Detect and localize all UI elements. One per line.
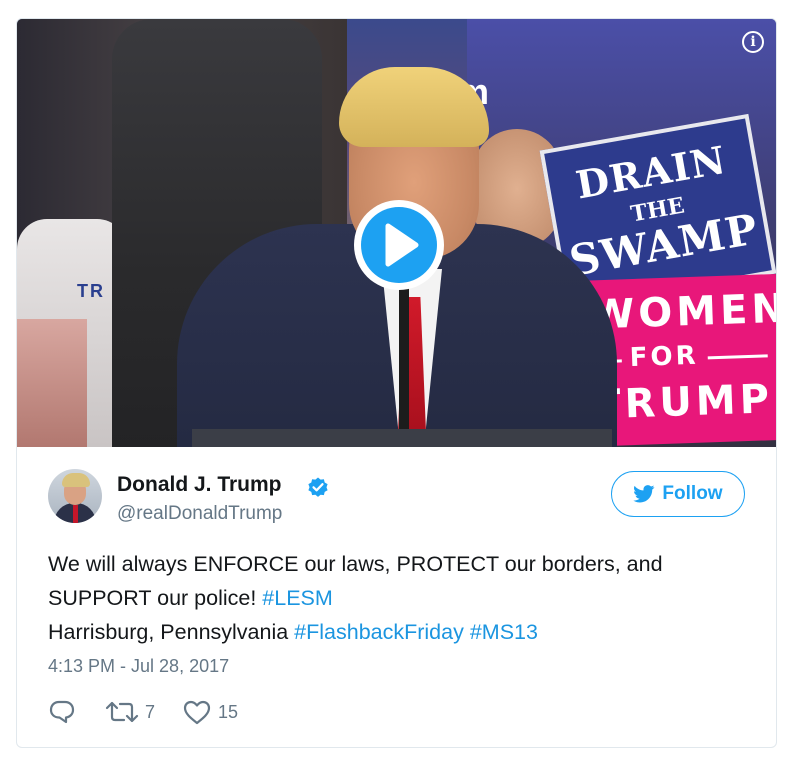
info-icon[interactable]: i <box>742 31 764 53</box>
supporter-foreground <box>17 319 87 447</box>
retweet-icon <box>105 701 139 723</box>
heart-icon <box>183 700 211 725</box>
hashtag-link[interactable]: #LESM <box>262 586 333 610</box>
tweet-timestamp[interactable]: 4:13 PM - Jul 28, 2017 <box>48 656 229 677</box>
sign-divider <box>707 354 768 360</box>
embedded-tweet-card: m TR DRAIN THE SWAMP WOMEN FOR TRUMP <box>16 18 777 748</box>
like-button[interactable]: 15 <box>182 697 238 727</box>
podium <box>192 429 612 447</box>
tweet-text-segment: We will always ENFORCE our laws, PROTECT… <box>48 552 663 610</box>
tweet-text-segment: Harrisburg, Pennsylvania <box>48 620 295 644</box>
tweet-text: We will always ENFORCE our laws, PROTECT… <box>48 547 748 649</box>
sign-line-1: WOMEN <box>589 285 776 339</box>
follow-label: Follow <box>662 483 723 504</box>
retweet-count: 7 <box>145 701 156 722</box>
verified-badge-icon <box>308 477 328 497</box>
author-name[interactable]: Donald J. Trump <box>117 473 282 497</box>
follow-button[interactable]: Follow <box>611 471 745 517</box>
retweet-button[interactable]: 7 <box>105 697 155 727</box>
tweet-video-media[interactable]: m TR DRAIN THE SWAMP WOMEN FOR TRUMP <box>17 19 776 447</box>
shirt-text: TR <box>77 281 105 301</box>
twitter-bird-icon <box>633 485 655 503</box>
hashtag-link[interactable]: #FlashbackFriday <box>294 620 464 644</box>
play-button[interactable] <box>354 200 444 290</box>
avatar-tie <box>73 505 78 523</box>
reply-button[interactable] <box>48 697 82 727</box>
like-count: 15 <box>218 701 239 722</box>
avatar[interactable] <box>48 469 102 523</box>
play-icon <box>385 223 419 267</box>
sign-line-2: FOR <box>629 340 700 374</box>
hashtag-link[interactable]: #MS13 <box>470 620 538 644</box>
reply-icon <box>49 700 75 724</box>
sign-line-3: TRUMP <box>592 376 774 429</box>
avatar-hair <box>62 473 90 487</box>
author-handle[interactable]: @realDonaldTrump <box>117 503 282 525</box>
